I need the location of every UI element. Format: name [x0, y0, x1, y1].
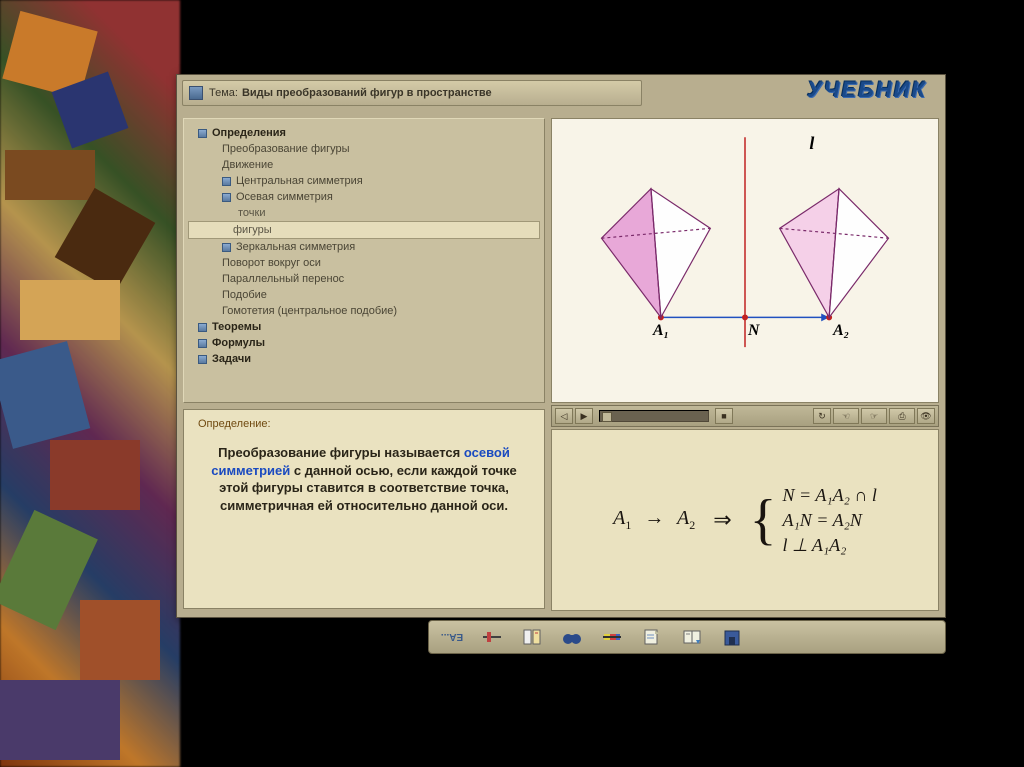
nav-item-transform[interactable]: Преобразование фигуры [192, 141, 536, 157]
ea-button[interactable]: EA... [437, 625, 467, 649]
topic-label: Тема: [209, 87, 238, 99]
formula-row-3: l ⊥ A₁A₂ [783, 535, 877, 556]
bullet-icon [198, 129, 207, 138]
pages-button[interactable] [677, 625, 707, 649]
topic-bar: Тема: Виды преобразований фигур в простр… [182, 80, 642, 106]
view-button[interactable]: 👁 [917, 408, 935, 424]
svg-text:N: N [747, 322, 760, 339]
nav-item-axial-symmetry[interactable]: Осевая симметрия [192, 189, 536, 205]
svg-text:A₁: A₁ [652, 322, 669, 339]
formula-lhs: A1 → A2 [613, 507, 695, 533]
bullet-icon [198, 323, 207, 332]
progress-slider[interactable] [599, 410, 709, 422]
brand-logo: УЧЕБНИК [807, 77, 927, 103]
nav-item-motion[interactable]: Движение [192, 157, 536, 173]
play-button[interactable]: ▶ [575, 408, 593, 424]
background-art [0, 0, 180, 767]
media-toolbar: ◁ ▶ ■ ↻ ☜ ☞ ⎙ 👁 [551, 405, 939, 427]
nav-tree: Определения Преобразование фигуры Движен… [183, 118, 545, 403]
nav-item-theorems[interactable]: Теоремы [192, 319, 536, 335]
definition-header: Определение: [198, 418, 530, 430]
formula-cases: { N = A₁A₂ ∩ l A₁N = A₂N l ⊥ A₁A₂ [750, 485, 877, 556]
formula-row-1: N = A₁A₂ ∩ l [783, 485, 877, 506]
bullet-icon [198, 339, 207, 348]
bullet-icon [222, 243, 231, 252]
next-hand-button[interactable]: ☞ [861, 408, 887, 424]
flag-button[interactable] [597, 625, 627, 649]
print-button[interactable]: ⎙ [889, 408, 915, 424]
nav-item-homothety[interactable]: Гомотетия (центральное подобие) [192, 303, 536, 319]
slider-tool-button[interactable] [477, 625, 507, 649]
nav-item-definitions[interactable]: Определения [192, 125, 536, 141]
nav-item-similarity[interactable]: Подобие [192, 287, 536, 303]
topic-icon [189, 86, 203, 100]
nav-item-translation[interactable]: Параллельный перенос [192, 271, 536, 287]
nav-item-central-symmetry[interactable]: Центральная симметрия [192, 173, 536, 189]
figure-panel: l A₁ N A₂ [551, 118, 939, 403]
nav-item-figures[interactable]: фигуры [188, 221, 540, 239]
bottom-toolbar: EA... [428, 620, 946, 654]
implies-symbol: ⇒ [713, 507, 731, 533]
book-button[interactable] [637, 625, 667, 649]
bullet-icon [222, 177, 231, 186]
stop-button[interactable]: ■ [715, 408, 733, 424]
bullet-icon [198, 355, 207, 364]
definition-body: Преобразование фигуры называется осевой … [198, 444, 530, 514]
notes-button[interactable] [517, 625, 547, 649]
sound-button[interactable]: ◁ [555, 408, 573, 424]
formula-panel: A1 → A2 ⇒ { N = A₁A₂ ∩ l A₁N = A₂N l ⊥ A… [551, 429, 939, 611]
binoculars-button[interactable] [557, 625, 587, 649]
bullet-icon [222, 193, 231, 202]
loop-button[interactable]: ↻ [813, 408, 831, 424]
app-window: Тема: Виды преобразований фигур в простр… [176, 74, 946, 618]
nav-item-mirror-symmetry[interactable]: Зеркальная симметрия [192, 239, 536, 255]
nav-item-points[interactable]: точки [192, 205, 536, 221]
topic-title: Виды преобразований фигур в пространстве [242, 87, 492, 99]
geometry-figure: l A₁ N A₂ [552, 119, 938, 402]
formula-row-2: A₁N = A₂N [783, 510, 877, 531]
svg-text:l: l [809, 133, 814, 153]
nav-item-problems[interactable]: Задачи [192, 351, 536, 367]
nav-item-formulas[interactable]: Формулы [192, 335, 536, 351]
prev-hand-button[interactable]: ☜ [833, 408, 859, 424]
svg-text:A₂: A₂ [832, 322, 849, 339]
nav-item-rotation[interactable]: Поворот вокруг оси [192, 255, 536, 271]
home-button[interactable] [717, 625, 747, 649]
definition-panel: Определение: Преобразование фигуры назыв… [183, 409, 545, 609]
